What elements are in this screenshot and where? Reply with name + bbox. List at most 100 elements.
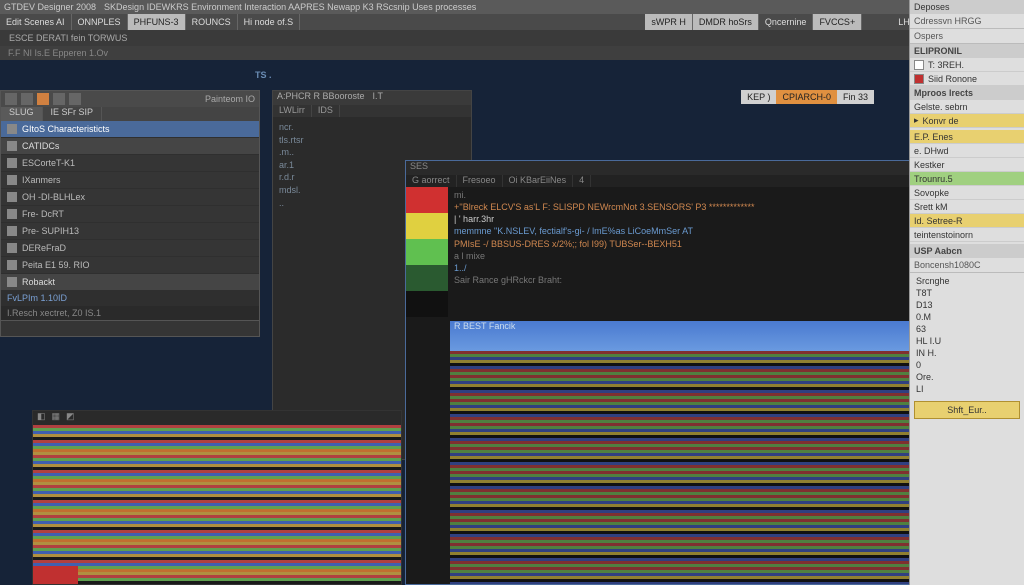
inspector-head: Deposes [910, 0, 1024, 14]
menu-bar: Edit Scenes AI ONNPLES PHFUNS-3 ROUNCS H… [0, 14, 1024, 30]
editor-tab[interactable]: Oi KBarEiiNes [503, 175, 574, 187]
panel-icon[interactable] [69, 93, 81, 105]
gutter-marker-green [406, 239, 448, 265]
inspector-panel: Deposes Cdressvn HRGG Ospers ELIPRONIL T… [909, 0, 1024, 585]
breadcrumb-bar: F.F NI Is.E Epperen 1.Ov [0, 46, 1024, 60]
timeline-icon[interactable]: ◧ [37, 411, 46, 425]
timeline-icon[interactable]: ▦ [52, 411, 61, 425]
menu-rouncs[interactable]: ROUNCS [186, 14, 238, 30]
preview-label: R BEST Fancik [450, 319, 519, 333]
toolbar-left[interactable]: ESCE DERATI fein TORWUS [4, 32, 132, 44]
tree-item[interactable]: Srett kM [910, 200, 1024, 214]
panel-icon[interactable] [37, 93, 49, 105]
project-panel-header: Painteom IO [1, 91, 259, 107]
inspector-section: Mproos lrects [910, 86, 1024, 100]
tree-item[interactable]: IXanmers [1, 172, 259, 189]
doc-title: SKDesign IDEWKRS Environment Interaction… [104, 2, 476, 12]
ts-label: TS . [255, 70, 272, 80]
tree-item[interactable]: Pre- SUPIH13 [1, 223, 259, 240]
menu-swpr[interactable]: sWPR H [645, 14, 693, 30]
timeline-panel: ◧ ▦ ◩ [32, 410, 402, 585]
file-icon [7, 175, 17, 185]
tree-mini: I.Resch xectret, Z0 IS.1 [1, 306, 259, 320]
value-item: IN H. [910, 347, 1024, 359]
timeline-tracks[interactable] [33, 425, 401, 584]
app-name: GTDEV Designer 2008 [4, 2, 96, 12]
project-panel-tabs: SLUG IE SFr SIP [1, 107, 259, 121]
editor-tab[interactable]: Fresoeo [457, 175, 503, 187]
inspector-values: Srcnghe T8T D13 0.M 63 HL I.U IN H. 0 Or… [910, 273, 1024, 397]
title-bar: GTDEV Designer 2008 SKDesign IDEWKRS Env… [0, 0, 1024, 14]
tree-item[interactable]: CATIDCs [1, 138, 259, 155]
ribbon-a[interactable]: KEP ) [741, 90, 776, 104]
ribbon-b[interactable]: CPIARCH-0 [776, 90, 837, 104]
subtab[interactable]: LWLirr [273, 105, 312, 117]
inspector-action-button[interactable]: Shft_Eur.. [914, 401, 1020, 419]
ribbon-segment: KEP ) CPIARCH-0 Fin 33 [741, 90, 874, 104]
panel-icon[interactable] [5, 93, 17, 105]
value-item: LI [910, 383, 1024, 395]
timeline-indicator [33, 566, 78, 584]
project-tab-slug[interactable]: SLUG [1, 107, 43, 121]
panel-icon[interactable] [21, 93, 33, 105]
inspector-tree-head[interactable]: ▸ Konvr de [910, 114, 1024, 128]
tree-item[interactable]: Kestker [910, 158, 1024, 172]
inspector-row[interactable]: T: 3REH. [910, 58, 1024, 72]
menu-fvccs[interactable]: FVCCS+ [813, 14, 862, 30]
tree-item[interactable]: teintenstoinorn [910, 228, 1024, 242]
value-item: 0.M [910, 311, 1024, 323]
menu-edit[interactable]: Edit Scenes AI [0, 14, 72, 30]
menu-phfuns[interactable]: PHFUNS-3 [128, 14, 186, 30]
gutter-marker-red [406, 187, 448, 213]
tree-item[interactable]: Peita E1 59. RIO [1, 257, 259, 274]
file-icon [7, 158, 17, 168]
subtab[interactable]: IDS [312, 105, 340, 117]
render-preview: R BEST Fancik [450, 321, 964, 584]
inspector-sub: Cdressvn HRGG [910, 14, 1024, 29]
panel-title: Painteom IO [205, 94, 255, 104]
tree-item[interactable]: Trounru.5 [910, 172, 1024, 186]
editor-tabs: G aorrect Fresoeo Oi KBarEiiNes 4 [406, 175, 964, 187]
tree-section[interactable]: FvLPIm 1.10ID [1, 291, 259, 306]
tree-item[interactable]: e. DHwd [910, 144, 1024, 158]
tree-item[interactable]: Sovopke [910, 186, 1024, 200]
project-panel: Painteom IO SLUG IE SFr SIP GItoS Charac… [0, 90, 260, 337]
tree-item[interactable]: Robackt [1, 274, 259, 291]
value-item: Ore. [910, 371, 1024, 383]
inspector-sub: Ospers [910, 29, 1024, 44]
folder-icon [7, 124, 17, 134]
value-item: 0 [910, 359, 1024, 371]
editor-window: SES ✕ G aorrect Fresoeo Oi KBarEiiNes 4 … [405, 160, 965, 585]
tree-item[interactable]: DEReFraD [1, 240, 259, 257]
editor-tab[interactable]: G aorrect [406, 175, 457, 187]
editor-tab[interactable]: 4 [573, 175, 591, 187]
gutter-color-strip [406, 187, 448, 317]
ribbon-c[interactable]: Fin 33 [837, 90, 874, 104]
menu-onnples[interactable]: ONNPLES [72, 14, 128, 30]
inspector-row[interactable]: Gelste. sebrn [910, 100, 1024, 114]
file-icon [7, 226, 17, 236]
swatch-icon [914, 74, 924, 84]
gutter-marker-darkgreen [406, 265, 448, 291]
file-icon [7, 209, 17, 219]
project-tree: GItoS Characteristicts CATIDCs ESCorteT-… [1, 121, 259, 336]
tree-item[interactable]: Fre- DcRT [1, 206, 259, 223]
tree-item[interactable]: OH -DI-BLHLex [1, 189, 259, 206]
menu-node[interactable]: Hi node of.S [238, 14, 301, 30]
menu-qncern[interactable]: Qncernine [759, 14, 814, 30]
code-editor[interactable]: mi. +''Blreck ELCV'S as'L F: SLISPD NEWr… [450, 187, 964, 288]
project-tab-sfrsip[interactable]: IE SFr SIP [43, 107, 103, 121]
tree-item[interactable]: ESCorteT-K1 [1, 155, 259, 172]
menu-dmdr[interactable]: DMDR hoSrs [693, 14, 759, 30]
value-item: HL I.U [910, 335, 1024, 347]
timeline-icon[interactable]: ◩ [66, 411, 75, 425]
file-icon [7, 260, 17, 270]
tree-item[interactable]: Id. Setree-R [910, 214, 1024, 228]
inspector-row[interactable]: Siid Ronone [910, 72, 1024, 86]
tree-item[interactable]: E.P. Enes [910, 130, 1024, 144]
panel-icon[interactable] [53, 93, 65, 105]
inspector-section: ELIPRONIL [910, 44, 1024, 58]
inspector-sub: Boncensh1080C [910, 258, 1024, 273]
toolbar: ESCE DERATI fein TORWUS SALDLARNIE1 Fies… [0, 30, 1024, 46]
tree-group-header[interactable]: GItoS Characteristicts [1, 121, 259, 138]
